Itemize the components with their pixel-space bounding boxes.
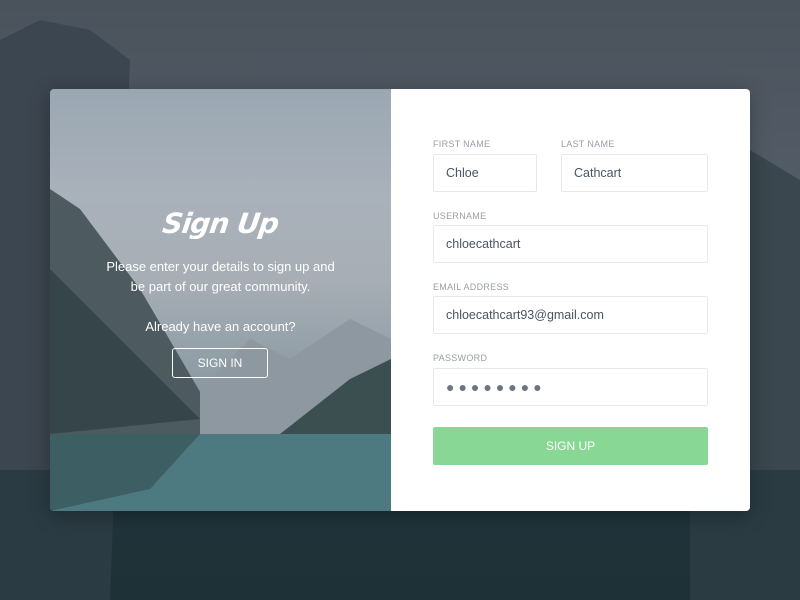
username-field[interactable] <box>433 225 708 263</box>
description-text: Please enter your details to sign up and… <box>106 259 335 294</box>
sign-up-button[interactable]: SIGN UP <box>433 427 708 465</box>
last-name-field[interactable] <box>561 154 708 192</box>
signup-form: FIRST NAME LAST NAME USERNAME EMAIL ADDR… <box>391 89 750 511</box>
signup-card: Sign Up Please enter your details to sig… <box>50 89 750 511</box>
sign-in-button[interactable]: SIGN IN <box>172 348 268 378</box>
already-account-text: Already have an account? <box>145 319 296 334</box>
email-field[interactable] <box>433 296 708 334</box>
page-title: Sign Up <box>160 207 281 240</box>
email-label: EMAIL ADDRESS <box>433 282 510 292</box>
welcome-panel: Sign Up Please enter your details to sig… <box>50 89 391 511</box>
password-field[interactable] <box>433 368 708 406</box>
first-name-label: FIRST NAME <box>433 139 491 149</box>
password-label: PASSWORD <box>433 353 488 363</box>
last-name-label: LAST NAME <box>561 139 615 149</box>
first-name-field[interactable] <box>433 154 537 192</box>
username-label: USERNAME <box>433 211 487 221</box>
